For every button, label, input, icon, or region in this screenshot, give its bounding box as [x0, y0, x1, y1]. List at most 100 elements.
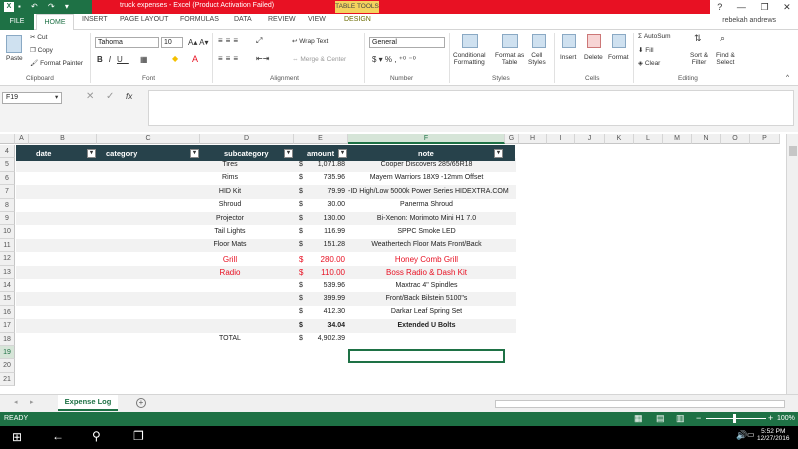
wrap-text-button[interactable]: ↩ Wrap Text — [292, 37, 328, 45]
note-cell[interactable]: Panerma Shroud — [348, 201, 505, 208]
column-header[interactable]: O — [721, 134, 750, 144]
volume-icon[interactable]: 🔊 — [736, 430, 747, 441]
name-box-dropdown-icon[interactable]: ▾ — [55, 93, 58, 101]
note-cell[interactable]: Weathertech Floor Mats Front/Back — [348, 241, 505, 248]
formula-input[interactable] — [148, 90, 794, 126]
task-view-icon[interactable]: ❐ — [133, 429, 144, 443]
subcategory-cell[interactable]: Tires — [200, 161, 260, 168]
scroll-thumb[interactable] — [789, 146, 797, 156]
bold-italic-underline-buttons[interactable]: BIU — [97, 55, 129, 64]
subcategory-cell[interactable]: Floor Mats — [200, 241, 260, 248]
fx-icon[interactable]: fx — [126, 92, 132, 101]
column-header[interactable]: E — [294, 134, 348, 144]
note-cell[interactable]: Front/Back Bilstein 5100"s — [348, 295, 505, 302]
zoom-slider-thumb[interactable] — [733, 414, 736, 423]
note-cell[interactable]: Honey Comb Grill — [348, 255, 505, 264]
note-cell[interactable]: Cooper Discovers 285/65R18 — [348, 161, 505, 168]
number-format-combo[interactable]: General — [369, 37, 445, 48]
user-name[interactable]: rebekah andrews — [722, 17, 776, 24]
font-name-combo[interactable]: Tahoma — [95, 37, 159, 48]
select-all-corner[interactable] — [0, 134, 15, 144]
column-header[interactable]: D — [200, 134, 294, 144]
row-header[interactable]: 14 — [0, 279, 15, 293]
filter-dropdown-icon[interactable]: ▾ — [87, 149, 96, 158]
delete-cells-button[interactable]: Delete — [584, 54, 603, 61]
column-header[interactable]: K — [605, 134, 634, 144]
row-header[interactable]: 15 — [0, 292, 15, 306]
subcategory-cell[interactable]: TOTAL — [200, 335, 260, 342]
tab-home[interactable]: HOME — [36, 14, 74, 31]
vertical-align-icons[interactable]: ≡≡≡ — [218, 36, 241, 45]
note-cell[interactable]: Mayem Warriors 18X9 -12mm Offset — [348, 174, 505, 181]
zoom-in-icon[interactable]: + — [768, 413, 773, 423]
subcategory-cell[interactable]: Grill — [200, 255, 260, 264]
indent-icons[interactable]: ⇤⇥ — [256, 54, 269, 63]
column-header[interactable]: F — [348, 134, 505, 144]
format-painter-button[interactable]: 🖌 Format Painter — [30, 59, 83, 67]
tab-review[interactable]: REVIEW — [268, 16, 296, 23]
subcategory-cell[interactable]: Rims — [200, 174, 260, 181]
tab-data[interactable]: DATA — [234, 16, 252, 23]
vertical-scrollbar[interactable] — [786, 134, 798, 394]
tab-design[interactable]: DESIGN — [344, 16, 371, 23]
row-header[interactable]: 20 — [0, 359, 15, 373]
fill-button[interactable]: ⬇ Fill — [638, 46, 654, 54]
font-size-combo[interactable]: 10 — [161, 37, 183, 48]
insert-cells-icon[interactable] — [562, 34, 576, 48]
amount-cell[interactable]: 412.30 — [305, 308, 345, 315]
column-header[interactable]: G — [505, 134, 519, 144]
page-break-view-icon[interactable]: ▥ — [676, 413, 685, 424]
cancel-icon[interactable]: ✕ — [86, 91, 94, 102]
column-header[interactable]: A — [15, 134, 29, 144]
subcategory-cell[interactable]: Radio — [200, 268, 260, 277]
amount-cell[interactable]: 34.04 — [305, 322, 345, 329]
note-cell[interactable]: SPPC Smoke LED — [348, 228, 505, 235]
fill-color-icon[interactable]: ◆ — [172, 54, 178, 63]
insert-cells-button[interactable]: Insert — [560, 54, 576, 61]
format-cells-icon[interactable] — [612, 34, 626, 48]
border-icon[interactable]: ▦ — [140, 55, 148, 64]
autosum-button[interactable]: Σ AutoSum — [638, 33, 671, 40]
row-header[interactable]: 18 — [0, 332, 15, 346]
sheet-tab-expense-log[interactable]: Expense Log — [58, 395, 118, 411]
tab-insert[interactable]: INSERT — [82, 16, 108, 23]
conditional-formatting-button[interactable]: Conditional Formatting — [453, 52, 486, 66]
filter-dropdown-icon[interactable]: ▾ — [284, 149, 293, 158]
windows-start-icon[interactable]: ⊞ — [12, 430, 22, 444]
paste-icon[interactable] — [6, 35, 22, 53]
font-size-buttons[interactable]: A▴ A▾ — [188, 38, 208, 47]
sort-filter-icon[interactable]: ⇅ — [694, 33, 702, 44]
format-cells-button[interactable]: Format — [608, 54, 629, 61]
clear-button[interactable]: ◈ Clear — [638, 59, 660, 67]
number-format-buttons[interactable]: $ ▾ % , ⁺⁰ ⁻⁰ — [372, 55, 416, 64]
add-sheet-icon[interactable]: + — [136, 398, 146, 408]
amount-cell[interactable]: 399.99 — [305, 295, 345, 302]
row-header[interactable]: 4 — [0, 145, 15, 159]
column-header[interactable]: P — [750, 134, 780, 144]
amount-cell[interactable]: 280.00 — [305, 255, 345, 264]
minimize-button[interactable]: — — [737, 2, 746, 12]
merge-center-button[interactable]: ⇔ Merge & Center — [292, 56, 346, 63]
amount-cell[interactable]: 110.00 — [305, 268, 345, 277]
cell-styles-button[interactable]: Cell Styles — [528, 52, 546, 66]
row-header[interactable]: 8 — [0, 198, 15, 212]
row-header[interactable]: 13 — [0, 265, 15, 279]
row-header[interactable]: 12 — [0, 252, 15, 266]
binoculars-icon[interactable]: ⌕ — [720, 33, 725, 44]
sort-filter-button[interactable]: Sort & Filter — [690, 52, 708, 66]
column-header[interactable]: I — [547, 134, 575, 144]
amount-cell[interactable]: 735.96 — [305, 174, 345, 181]
format-as-table-icon[interactable] — [502, 34, 518, 48]
enter-icon[interactable]: ✓ — [106, 91, 114, 102]
tab-page-layout[interactable]: PAGE LAYOUT — [120, 16, 168, 23]
filter-dropdown-icon[interactable]: ▾ — [190, 149, 199, 158]
amount-cell[interactable]: 539.96 — [305, 282, 345, 289]
subcategory-cell[interactable]: Tail Lights — [200, 228, 260, 235]
clock[interactable]: 5:52 PM 12/27/2016 — [757, 428, 790, 442]
sheet-nav-next-icon[interactable]: ▸ — [30, 398, 34, 406]
orientation-icon[interactable]: ⤢ — [256, 36, 262, 46]
delete-cells-icon[interactable] — [587, 34, 601, 48]
row-header[interactable]: 19 — [0, 346, 15, 360]
row-header[interactable]: 17 — [0, 319, 15, 333]
note-cell[interactable]: -ID High/Low 5000k Power Series HIDEXTRA… — [348, 188, 509, 195]
